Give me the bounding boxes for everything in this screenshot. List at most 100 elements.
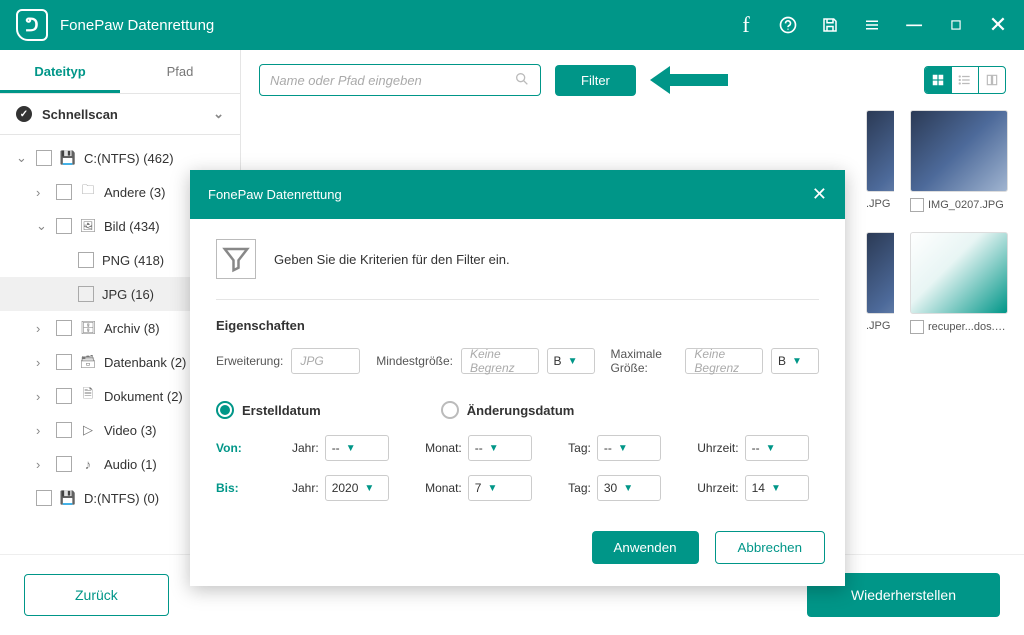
thumb-label: .JPG [866,320,890,332]
thumb-card[interactable]: recuper...dos.jpg [910,232,1006,334]
thumb-card[interactable]: .JPG [866,110,894,212]
thumb-checkbox[interactable] [910,198,924,212]
tree-checkbox[interactable] [56,184,72,200]
tree-label: D:(NTFS) (0) [84,491,159,506]
tree-label: Andere (3) [104,185,165,200]
maxsize-input[interactable]: Keine Begrenz [685,348,763,374]
maximize-icon[interactable] [946,15,966,35]
thumb-label: .JPG [866,198,890,210]
radio-dot-icon [216,401,234,419]
folder-icon: 🗃 [80,354,96,370]
apply-button[interactable]: Anwenden [592,531,699,564]
callout-arrow [650,66,730,94]
tree-checkbox[interactable] [56,388,72,404]
image-thumb [910,110,1008,192]
tree-checkbox[interactable] [56,320,72,336]
tab-path[interactable]: Pfad [120,50,240,93]
chevron-icon: › [36,355,48,370]
maxsize-unit-select[interactable]: B▼ [771,348,819,374]
search-placeholder: Name oder Pfad eingeben [270,73,422,88]
chevron-down-icon: ▼ [489,443,499,454]
view-detail-icon[interactable] [979,67,1005,93]
minsize-label: Mindestgröße: [376,354,453,368]
chevron-down-icon: ⌄ [213,106,224,122]
to-year-select[interactable]: 2020▼ [325,475,389,501]
view-list-icon[interactable] [952,67,979,93]
image-thumb [910,232,1008,314]
help-icon[interactable] [778,15,798,35]
modal-subtitle: Geben Sie die Kriterien für den Filter e… [274,252,510,267]
tree-checkbox[interactable] [78,286,94,302]
chevron-down-icon: ▼ [792,356,802,367]
search-input[interactable]: Name oder Pfad eingeben [259,64,541,96]
facebook-icon[interactable]: f [736,15,756,35]
chevron-down-icon: ▼ [618,443,628,454]
tree-checkbox[interactable] [78,252,94,268]
filter-button[interactable]: Filter [555,65,636,96]
minsize-unit-select[interactable]: B▼ [547,348,595,374]
tab-filetype[interactable]: Dateityp [0,50,120,93]
filter-modal: FonePaw Datenrettung ✕ Geben Sie die Kri… [190,170,845,586]
from-day-select[interactable]: --▼ [597,435,661,461]
to-month-select[interactable]: 7▼ [468,475,532,501]
radio-modified[interactable]: Änderungsdatum [441,401,575,419]
from-label: Von: [216,441,266,455]
tree-checkbox[interactable] [36,150,52,166]
chevron-down-icon: ▼ [771,483,781,494]
close-icon[interactable]: ✕ [812,184,827,205]
folder-icon: 🗀 [80,184,96,200]
folder-icon: 🗄 [80,320,96,336]
tree-label: C:(NTFS) (462) [84,151,174,166]
tree-checkbox[interactable] [56,354,72,370]
to-day-select[interactable]: 30▼ [597,475,661,501]
tree-checkbox[interactable] [56,422,72,438]
tree-label: Bild (434) [104,219,160,234]
save-icon[interactable] [820,15,840,35]
view-mode-switch [924,66,1006,94]
maxsize-label: Maximale Größe: [611,347,678,375]
quickscan-header[interactable]: ✓ Schnellscan ⌄ [0,94,240,135]
menu-icon[interactable] [862,15,882,35]
tree-checkbox[interactable] [56,218,72,234]
chevron-down-icon: ▼ [623,483,633,494]
to-label: Bis: [216,481,266,495]
folder-icon: 💾 [60,150,76,166]
chevron-down-icon: ▼ [487,483,497,494]
minsize-input[interactable]: Keine Begrenz [461,348,539,374]
tree-label: Dokument (2) [104,389,183,404]
tree-checkbox[interactable] [36,490,52,506]
thumb-label: IMG_0207.JPG [928,199,1004,211]
tree-label: JPG (16) [102,287,154,302]
from-year-select[interactable]: --▼ [325,435,389,461]
chevron-icon: › [36,423,48,438]
thumb-card[interactable]: IMG_0207.JPG [910,110,1006,212]
thumb-card[interactable]: .JPG [866,232,894,334]
thumb-checkbox[interactable] [910,320,924,334]
chevron-icon: ⌄ [36,218,48,234]
toolbar: Name oder Pfad eingeben Filter [241,50,1024,110]
folder-icon: ▷ [80,422,96,438]
folder-icon: ♪ [80,456,96,472]
quickscan-label: Schnellscan [42,107,118,122]
view-grid-icon[interactable] [925,67,952,93]
folder-icon: 💾 [60,490,76,506]
back-button[interactable]: Zurück [24,574,169,616]
from-month-select[interactable]: --▼ [468,435,532,461]
chevron-down-icon: ▼ [364,483,374,494]
chevron-icon: › [36,457,48,472]
minimize-icon[interactable]: ─ [904,15,924,35]
to-time-select[interactable]: 14▼ [745,475,809,501]
radio-created[interactable]: Erstelldatum [216,401,321,419]
folder-icon: 🗎 [80,388,96,404]
thumb-label: recuper...dos.jpg [928,321,1006,333]
cancel-button[interactable]: Abbrechen [715,531,825,564]
chevron-icon: › [36,321,48,336]
folder-icon: 🖼 [80,218,96,234]
tree-checkbox[interactable] [56,456,72,472]
from-time-select[interactable]: --▼ [745,435,809,461]
radio-dot-icon [441,401,459,419]
titlebar: ᕤ FonePaw Datenrettung f ─ ✕ [0,0,1024,50]
close-icon[interactable]: ✕ [988,15,1008,35]
tree-label: PNG (418) [102,253,164,268]
ext-input[interactable]: JPG [291,348,360,374]
